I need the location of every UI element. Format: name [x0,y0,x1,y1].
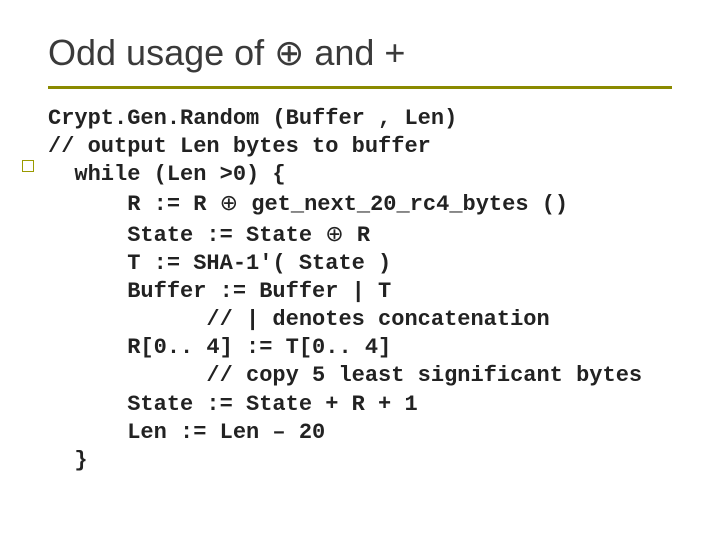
code-line: State := State + R + 1 [48,392,418,417]
code-line: Buffer := Buffer | T [48,279,391,304]
code-block: Crypt.Gen.Random (Buffer , Len) // outpu… [0,89,720,475]
code-line: } [48,448,88,473]
code-line: // | denotes concatenation [48,307,550,332]
code-line: T := SHA-1'( State ) [48,251,391,276]
code-line: R := R [48,192,220,217]
code-line: Len := Len – 20 [48,420,325,445]
circle-plus-icon: ⊕ [220,190,238,215]
code-line: Crypt.Gen.Random (Buffer , Len) [48,106,457,131]
code-line: R [344,223,370,248]
code-line: get_next_20_rc4_bytes () [238,192,568,217]
title-wrap: Odd usage of ⊕ and + [0,0,720,80]
slide: Odd usage of ⊕ and + Crypt.Gen.Random (B… [0,0,720,540]
title-text-post: and + [304,32,405,73]
code-line: State := State [48,223,325,248]
code-line: while (Len >0) { [48,162,286,187]
code-line: R[0.. 4] := T[0.. 4] [48,335,391,360]
slide-title: Odd usage of ⊕ and + [48,32,672,74]
title-text-pre: Odd usage of [48,32,274,73]
code-line: // output Len bytes to buffer [48,134,431,159]
circle-plus-icon: ⊕ [325,221,343,246]
bullet-icon [22,160,34,172]
circle-plus-icon: ⊕ [274,33,304,73]
code-line: // copy 5 least significant bytes [48,363,642,388]
